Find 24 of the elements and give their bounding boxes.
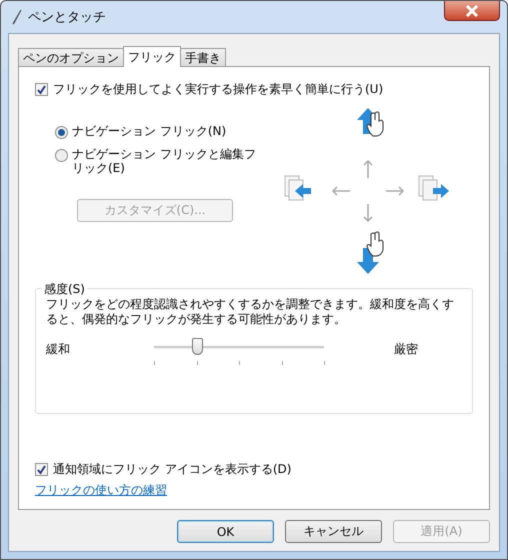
tab[interactable]: ペンのオプション <box>18 48 124 66</box>
dialog-button[interactable]: OK <box>177 520 274 543</box>
slider-max-label: 厳密 <box>394 341 418 358</box>
slider-min-label: 緩和 <box>46 341 71 358</box>
sensitivity-slider[interactable] <box>154 341 324 365</box>
checkbox-label: フリックを使用してよく実行する操作を素早く簡単に行う(U) <box>53 81 384 98</box>
tab[interactable]: フリック <box>123 46 181 67</box>
group-title: 感度(S) <box>42 281 87 298</box>
radio-button[interactable] <box>55 149 68 162</box>
close-button[interactable] <box>444 1 500 21</box>
radio-label: ナビゲーション フリックと編集フリック(E) <box>72 147 257 175</box>
checkbox-label: 通知領域にフリック アイコンを表示する(D) <box>53 461 292 478</box>
sensitivity-description: フリックをどの程度認識されやすくするかを調整できます。緩和度を高くすると、偶発的なフリックが発生する可能性があります。 <box>46 297 455 327</box>
checkbox[interactable] <box>35 463 48 476</box>
close-icon <box>465 4 479 16</box>
practice-link[interactable]: フリックの使い方の練習 <box>35 482 167 499</box>
radio-label: ナビゲーション フリック(N) <box>72 124 228 138</box>
window-title: ペンとタッチ <box>28 9 106 26</box>
radio-button[interactable] <box>55 126 68 139</box>
tab[interactable]: 手書き <box>180 48 226 66</box>
dialog-button[interactable]: キャンセル <box>285 520 382 543</box>
slider-thumb[interactable] <box>192 338 202 355</box>
checkbox[interactable] <box>35 83 48 96</box>
pen-icon <box>12 9 22 25</box>
